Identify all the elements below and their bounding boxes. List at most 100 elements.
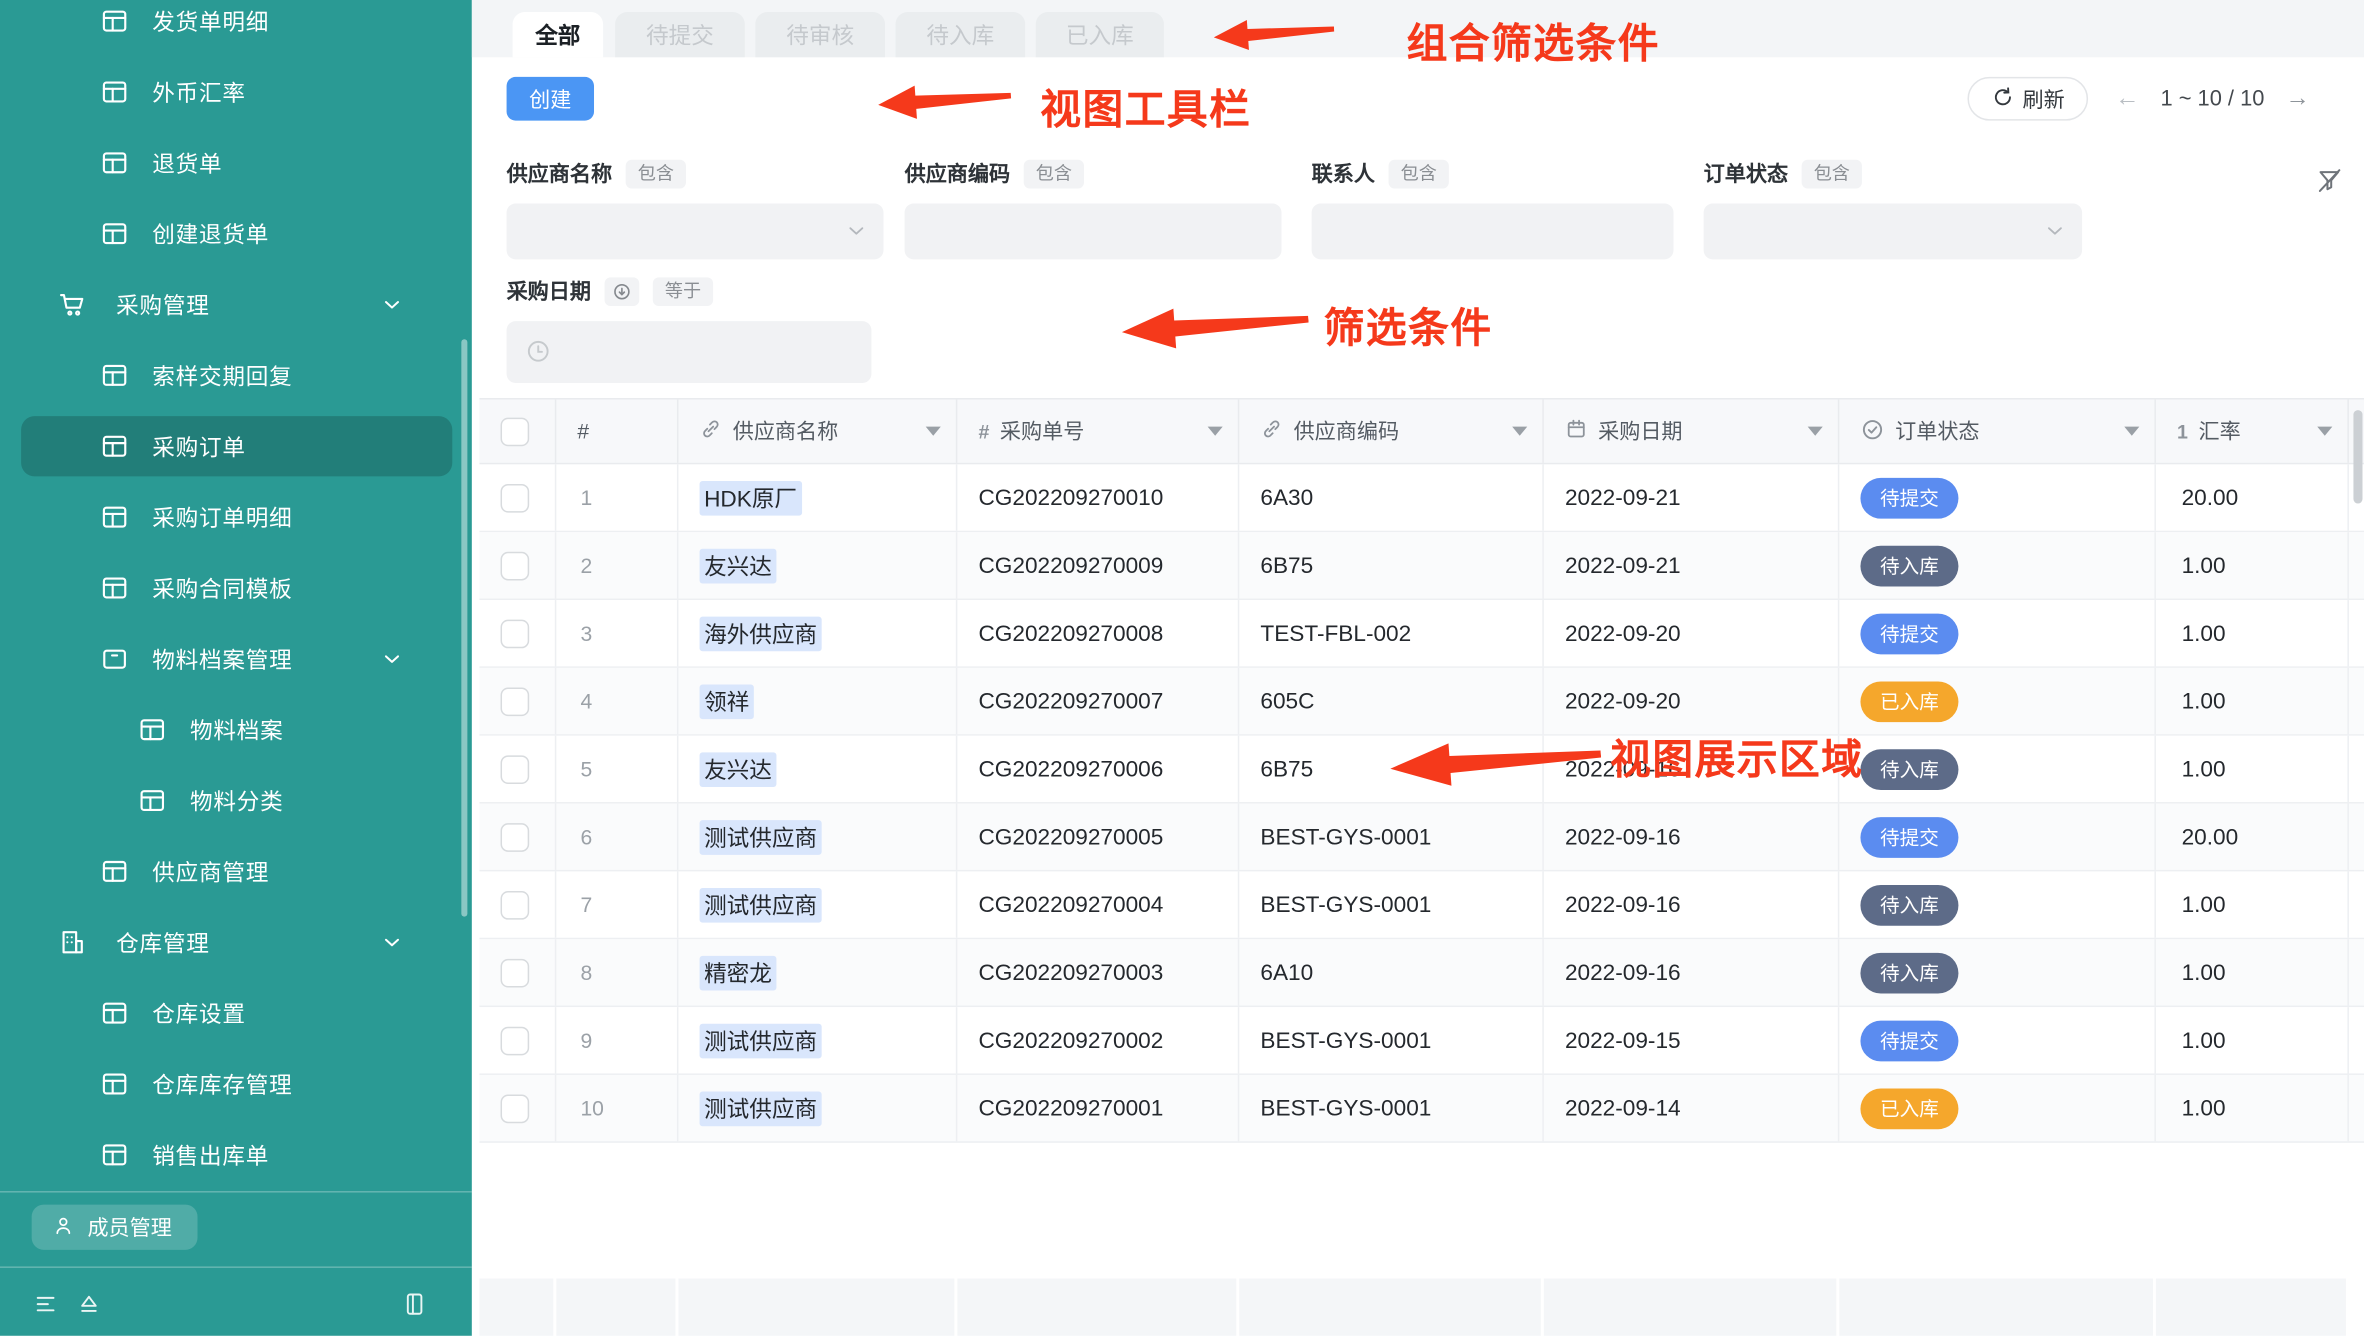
- column-menu-icon[interactable]: [2124, 427, 2139, 436]
- sidebar-item-label: 采购订单: [152, 430, 245, 462]
- sidebar-item-创建退货单[interactable]: 创建退货单: [0, 204, 472, 264]
- eject-icon[interactable]: [75, 1291, 102, 1318]
- column-header-供应商名称[interactable]: 供应商名称: [678, 400, 957, 463]
- select-all-checkbox[interactable]: [501, 417, 530, 446]
- sidebar-item-采购合同模板[interactable]: 采购合同模板: [0, 558, 472, 618]
- column-header-订单状态[interactable]: 订单状态: [1839, 400, 2156, 463]
- sidebar-item-物料档案管理[interactable]: 物料档案管理: [0, 629, 472, 689]
- sidebar-item-仓库设置[interactable]: 仓库设置: [0, 983, 472, 1043]
- sidebar-divider: [0, 1266, 472, 1268]
- supplier-name-value: 测试供应商: [700, 1023, 822, 1058]
- next-page-icon[interactable]: →: [2286, 85, 2310, 112]
- pagination: ← 1 ~ 10 / 10 →: [2115, 77, 2309, 121]
- column-menu-icon[interactable]: [926, 427, 941, 436]
- contact-input[interactable]: [1312, 204, 1674, 260]
- filter-op-badge[interactable]: 包含: [1389, 159, 1449, 188]
- rate-cell: 1.00: [2156, 1007, 2349, 1073]
- column-header-采购单号[interactable]: #采购单号: [957, 400, 1239, 463]
- purchase-date-cell: 2022-09-21: [1544, 464, 1839, 530]
- supplier-name-cell[interactable]: HDK原厂: [678, 464, 957, 530]
- row-checkbox[interactable]: [501, 483, 530, 512]
- vertical-scrollbar-thumb[interactable]: [2353, 410, 2362, 503]
- chevron-down-icon[interactable]: [380, 930, 404, 954]
- column-menu-icon[interactable]: [1512, 427, 1527, 436]
- row-checkbox[interactable]: [501, 890, 530, 919]
- row-checkbox[interactable]: [501, 822, 530, 851]
- sidebar-item-销售出库单[interactable]: 销售出库单: [0, 1125, 472, 1185]
- row-checkbox[interactable]: [501, 755, 530, 784]
- tab-待提交[interactable]: 待提交: [615, 12, 745, 57]
- sidebar-scrollbar-thumb[interactable]: [461, 339, 467, 916]
- supplier-name-cell[interactable]: 测试供应商: [678, 871, 957, 937]
- prev-page-icon[interactable]: ←: [2115, 85, 2139, 112]
- column-label: #: [577, 419, 589, 443]
- link-icon: [700, 418, 723, 445]
- empty-cell: [957, 1278, 1236, 1335]
- supplier-name-select[interactable]: [507, 204, 884, 260]
- supplier-code-cell: 605C: [1239, 668, 1544, 734]
- column-header-采购日期[interactable]: 采购日期: [1544, 400, 1839, 463]
- member-management-button[interactable]: 成员管理: [32, 1205, 198, 1250]
- list-menu-icon[interactable]: [33, 1291, 60, 1318]
- create-button[interactable]: 创建: [507, 77, 594, 121]
- sidebar-item-采购订单[interactable]: 采购订单: [0, 416, 472, 476]
- chevron-down-icon[interactable]: [380, 647, 404, 671]
- row-select-cell: [479, 532, 556, 598]
- supplier-code-input[interactable]: [905, 204, 1282, 260]
- sidebar-item-仓库管理[interactable]: 仓库管理: [0, 912, 472, 972]
- row-checkbox[interactable]: [501, 1026, 530, 1055]
- filter-op-badge[interactable]: 包含: [1024, 159, 1084, 188]
- table-icon: [100, 431, 130, 461]
- order-no-cell: CG202209270009: [957, 532, 1239, 598]
- column-header-#[interactable]: #: [556, 400, 678, 463]
- tab-已入库[interactable]: 已入库: [1036, 12, 1164, 57]
- sidebar-item-采购订单明细[interactable]: 采购订单明细: [0, 487, 472, 547]
- supplier-name-cell[interactable]: 测试供应商: [678, 804, 957, 870]
- supplier-name-cell[interactable]: 测试供应商: [678, 1075, 957, 1141]
- sidebar-item-索样交期回复[interactable]: 索样交期回复: [0, 345, 472, 405]
- supplier-name-cell[interactable]: 友兴达: [678, 736, 957, 802]
- sidebar-item-发货单明细[interactable]: 发货单明细: [0, 0, 472, 51]
- filter-op-badge[interactable]: 包含: [626, 159, 686, 188]
- column-menu-icon[interactable]: [1208, 427, 1223, 436]
- sidebar-item-外币汇率[interactable]: 外币汇率: [0, 62, 472, 122]
- column-header-供应商编码[interactable]: 供应商编码: [1239, 400, 1544, 463]
- column-menu-icon[interactable]: [1808, 427, 1823, 436]
- sidebar-item-物料分类[interactable]: 物料分类: [0, 770, 472, 830]
- table-icon: [100, 77, 130, 107]
- supplier-name-cell[interactable]: 精密龙: [678, 939, 957, 1005]
- tab-待审核[interactable]: 待审核: [755, 12, 885, 57]
- sidebar-item-退货单[interactable]: 退货单: [0, 133, 472, 193]
- refresh-button[interactable]: 刷新: [1967, 77, 2088, 121]
- column-label: 订单状态: [1895, 416, 1979, 446]
- supplier-code-cell: BEST-GYS-0001: [1239, 804, 1544, 870]
- filter-label: 供应商编码: [905, 158, 1011, 188]
- chevron-down-icon[interactable]: [380, 292, 404, 316]
- supplier-name-cell[interactable]: 海外供应商: [678, 600, 957, 666]
- supplier-name-cell[interactable]: 领祥: [678, 668, 957, 734]
- supplier-name-cell[interactable]: 测试供应商: [678, 1007, 957, 1073]
- row-checkbox[interactable]: [501, 1094, 530, 1123]
- supplier-name-value: 友兴达: [700, 752, 777, 787]
- filter-label: 订单状态: [1704, 158, 1788, 188]
- column-menu-icon[interactable]: [2317, 427, 2332, 436]
- sidebar-item-供应商管理[interactable]: 供应商管理: [0, 841, 472, 901]
- column-header-汇率[interactable]: 1汇率: [2156, 400, 2349, 463]
- tab-待入库[interactable]: 待入库: [896, 12, 1026, 57]
- sidebar-item-物料档案[interactable]: 物料档案: [0, 700, 472, 760]
- sidebar-item-仓库库存管理[interactable]: 仓库库存管理: [0, 1054, 472, 1114]
- tab-全部[interactable]: 全部: [513, 12, 603, 57]
- timezone-circle-icon[interactable]: [605, 277, 640, 306]
- supplier-name-cell[interactable]: 友兴达: [678, 532, 957, 598]
- row-checkbox[interactable]: [501, 551, 530, 580]
- purchase-date-input[interactable]: [507, 321, 872, 383]
- row-checkbox[interactable]: [501, 687, 530, 716]
- sidebar-item-采购管理[interactable]: 采购管理: [0, 274, 472, 334]
- clear-filter-icon[interactable]: [2314, 166, 2344, 196]
- row-checkbox[interactable]: [501, 619, 530, 648]
- row-checkbox[interactable]: [501, 958, 530, 987]
- order-status-select[interactable]: [1704, 204, 2082, 260]
- collapse-sidebar-icon[interactable]: [401, 1291, 428, 1318]
- filter-op-badge[interactable]: 等于: [653, 277, 713, 306]
- filter-op-badge[interactable]: 包含: [1802, 159, 1862, 188]
